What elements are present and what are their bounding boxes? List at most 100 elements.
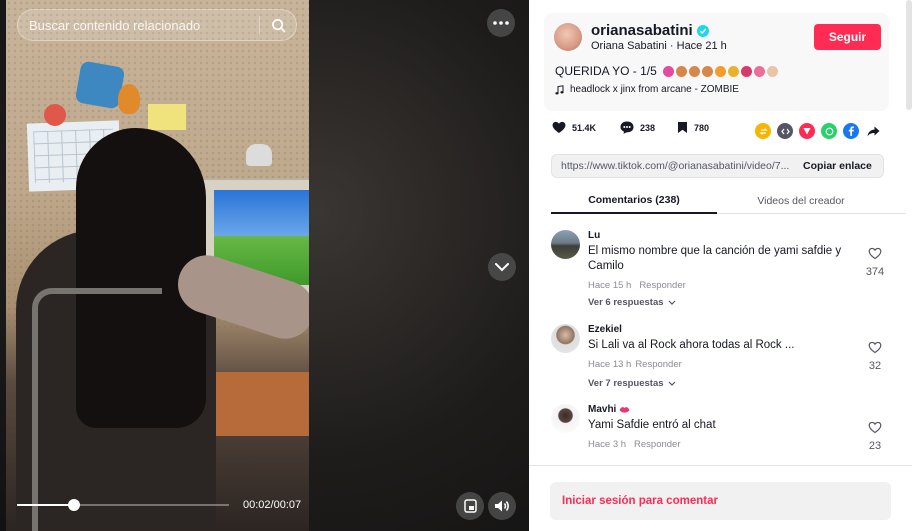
- comment-item: Mavhi Yami Safdie entró al chat Hace 3 h…: [551, 404, 891, 456]
- wall-sticker: [148, 104, 186, 130]
- send-icon[interactable]: [799, 123, 815, 139]
- comment-like-count: 374: [865, 266, 885, 278]
- author-avatar[interactable]: [554, 23, 582, 51]
- save-action[interactable]: 780: [677, 121, 709, 134]
- lips-emoji-icon: [619, 406, 630, 413]
- speaker-icon: [495, 500, 509, 512]
- comment-text: Si Lali va al Rock ahora todas al Rock .…: [588, 339, 795, 351]
- comment-text: El mismo nombre que la canción de yami s…: [588, 245, 842, 272]
- heart-outline-icon[interactable]: [868, 247, 882, 260]
- like-action[interactable]: 51.4K: [552, 121, 596, 134]
- reply-button[interactable]: Responder: [639, 280, 685, 291]
- related-search-bar[interactable]: Buscar contenido relacionado: [17, 9, 297, 41]
- comment-footer: Iniciar sesión para comentar: [529, 465, 912, 531]
- video-time: 00:02/00:07: [243, 499, 302, 511]
- scrollbar[interactable]: [906, 0, 912, 110]
- comment-bubble-icon[interactable]: [620, 121, 634, 134]
- comment-item: Lu El mismo nombre que la canción de yam…: [551, 230, 891, 312]
- comment-like[interactable]: 23: [865, 421, 885, 452]
- video-link-url[interactable]: https://www.tiktok.com/@orianasabatini/v…: [561, 160, 791, 172]
- guitar-emoji-icon: [688, 65, 700, 77]
- author-display-name: Oriana Sabatini: [591, 40, 667, 52]
- reply-button[interactable]: Responder: [635, 359, 681, 370]
- guitar-emoji-icon: [701, 65, 713, 77]
- view-replies-label[interactable]: Ver 6 respuestas: [588, 297, 664, 308]
- bookmark-icon[interactable]: [677, 121, 688, 134]
- author-username-text[interactable]: orianasabatini: [591, 22, 693, 39]
- comment-like[interactable]: 374: [865, 247, 885, 278]
- post-time: Hace 21 h: [676, 40, 727, 52]
- embed-icon[interactable]: [777, 123, 793, 139]
- commenter-avatar[interactable]: [551, 324, 580, 353]
- picture-in-picture-button[interactable]: [456, 492, 484, 520]
- comment-time: Hace 15 h: [588, 280, 632, 291]
- reply-button[interactable]: Responder: [634, 439, 680, 450]
- repost-icon[interactable]: [755, 123, 771, 139]
- comment-meta: Hace 15 h Responder: [588, 280, 686, 291]
- verified-badge-icon: [696, 24, 709, 37]
- author-username[interactable]: orianasabatini: [591, 22, 709, 39]
- kiss-emoji-icon: [753, 65, 765, 77]
- more-dots-icon: [493, 21, 509, 25]
- comment-action[interactable]: 238: [620, 121, 655, 134]
- details-panel: orianasabatini Oriana Sabatini · Hace 21…: [529, 0, 912, 531]
- login-to-comment-button[interactable]: Iniciar sesión para comentar: [550, 482, 891, 520]
- pill-emoji-icon: [662, 65, 674, 77]
- caption-emojis: [662, 65, 778, 77]
- search-input[interactable]: Buscar contenido relacionado: [29, 18, 259, 33]
- video-link-box: https://www.tiktok.com/@orianasabatini/v…: [551, 154, 884, 178]
- search-icon[interactable]: [260, 10, 296, 40]
- comment-like-count: 32: [868, 360, 882, 372]
- heart-icon[interactable]: [552, 121, 566, 134]
- comment-like[interactable]: 32: [865, 341, 885, 372]
- commenter-avatar[interactable]: [551, 230, 580, 259]
- commenter-name[interactable]: Ezekiel: [588, 324, 622, 335]
- more-options-button[interactable]: [487, 9, 515, 37]
- comment-meta: Hace 13 h Responder: [588, 359, 682, 370]
- comment-time: Hace 13 h: [588, 359, 632, 370]
- heart-outline-icon[interactable]: [868, 421, 882, 434]
- music-note-icon: [555, 84, 564, 94]
- webcam: [246, 144, 272, 166]
- commenter-name[interactable]: Lu: [588, 230, 600, 241]
- tab-creator-videos[interactable]: Videos del creador: [721, 188, 881, 214]
- caption-text: QUERIDA YO - 1/5: [555, 64, 657, 78]
- view-replies-button[interactable]: Ver 6 respuestas: [588, 297, 676, 308]
- commenter-name-text[interactable]: Mavhi: [588, 404, 616, 415]
- video-frame[interactable]: [6, 0, 309, 531]
- view-replies-button[interactable]: Ver 7 respuestas: [588, 378, 676, 389]
- view-replies-label[interactable]: Ver 7 respuestas: [588, 378, 664, 389]
- like-count: 51.4K: [572, 122, 597, 133]
- comment-text: Yami Safdie entró al chat: [588, 419, 716, 431]
- comment-count: 238: [640, 122, 656, 133]
- author-card: orianasabatini Oriana Sabatini · Hace 21…: [544, 13, 889, 111]
- copy-link-button[interactable]: Copiar enlace: [803, 160, 872, 172]
- comment-meta: Hace 3 h Responder: [588, 439, 681, 450]
- tab-comments[interactable]: Comentarios (238): [551, 188, 717, 214]
- commenter-avatar[interactable]: [551, 404, 580, 433]
- music-title[interactable]: headlock x jinx from arcane - ZOMBIE: [570, 84, 739, 95]
- whatsapp-icon[interactable]: [821, 123, 837, 139]
- video-progress-bar[interactable]: [17, 499, 229, 511]
- video-player[interactable]: Buscar contenido relacionado 00:02/00:07: [0, 0, 529, 531]
- broken-heart-emoji-icon: [740, 65, 752, 77]
- chair: [32, 288, 162, 531]
- music-info[interactable]: headlock x jinx from arcane - ZOMBIE: [555, 84, 739, 95]
- facebook-icon[interactable]: [843, 123, 859, 139]
- chevron-down-icon: [668, 381, 675, 386]
- share-arrow-icon[interactable]: [865, 123, 881, 139]
- heart-outline-icon[interactable]: [868, 341, 882, 354]
- guitar-emoji-icon: [675, 65, 687, 77]
- chevron-down-icon: [668, 300, 675, 305]
- commenter-name[interactable]: Mavhi: [588, 404, 630, 415]
- wall-sticker: [44, 104, 66, 126]
- next-video-button[interactable]: [488, 253, 516, 281]
- volume-button[interactable]: [488, 492, 516, 520]
- follow-button[interactable]: Seguir: [814, 24, 881, 50]
- save-count: 780: [694, 122, 710, 133]
- video-caption: QUERIDA YO - 1/5: [555, 64, 778, 78]
- fire-emoji-icon: [714, 65, 726, 77]
- author-subline: Oriana Sabatini · Hace 21 h: [591, 40, 727, 52]
- comment-time: Hace 3 h: [588, 439, 627, 450]
- hand-emoji-icon: [766, 65, 778, 77]
